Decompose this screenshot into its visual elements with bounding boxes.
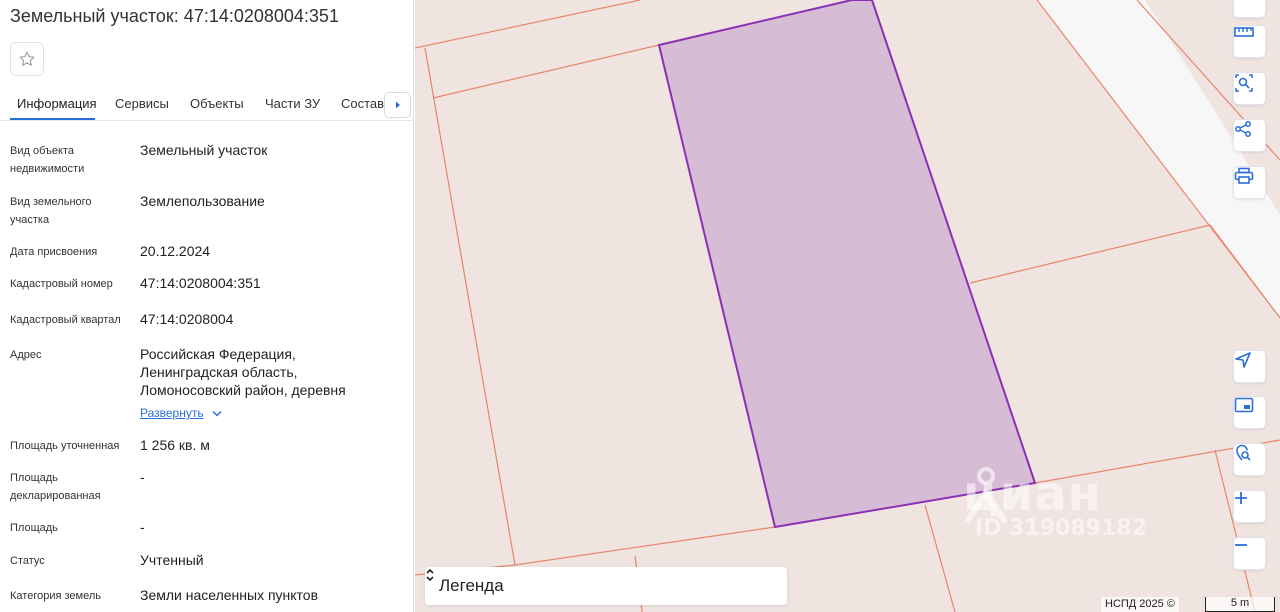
page-title: Земельный участок: 47:14:0208004:351 — [10, 6, 339, 26]
map-canvas — [415, 0, 1280, 612]
zoom-out-button[interactable] — [1233, 537, 1266, 570]
ruler-button[interactable] — [1233, 25, 1266, 58]
expand-address-link[interactable]: Развернуть — [140, 406, 222, 420]
row-label-assign-date: Дата присвоения — [10, 246, 98, 258]
zoom-in-button[interactable] — [1233, 490, 1266, 523]
cadastral-map[interactable]: циан ID 319089182 Легенда НСПД 2025 © 5 … — [415, 0, 1280, 612]
tab-composition[interactable]: Состав — [341, 96, 384, 111]
ruler-icon — [1234, 27, 1254, 37]
chevron-up-down-icon — [426, 568, 434, 582]
row-value-land-category: Земли населенных пунктов — [140, 587, 319, 603]
row-value-address: Российская Федерация, Ленинградская обла… — [140, 346, 346, 398]
watermark: циан ID 319089182 — [963, 466, 1147, 541]
cian-logo-icon — [964, 467, 1008, 524]
row-value-status: Учтенный — [140, 552, 204, 568]
geo-search-icon — [1236, 444, 1251, 461]
legend-dropdown[interactable]: Легенда — [425, 567, 787, 605]
locate-icon — [1235, 352, 1251, 368]
print-icon — [1234, 167, 1254, 184]
tab-objects[interactable]: Объекты — [190, 96, 244, 111]
chevron-down-icon — [212, 410, 222, 417]
row-value-parcel-type: Землепользование — [140, 193, 265, 209]
area-select-icon — [1235, 74, 1253, 92]
row-label-object-type: Вид объекта недвижимости — [10, 145, 85, 175]
active-tab-indicator — [10, 118, 95, 120]
tab-services[interactable]: Сервисы — [115, 96, 169, 111]
zoom-out-icon — [1235, 544, 1247, 546]
row-value-object-type: Земельный участок — [140, 142, 268, 158]
legend-label: Легенда — [439, 576, 504, 595]
row-label-area: Площадь — [10, 522, 58, 534]
row-value-area-refined: 1 256 кв. м — [140, 437, 210, 453]
tab-bar: Информация Сервисы Объекты Части ЗУ Сост… — [0, 88, 413, 121]
minimap-icon — [1234, 397, 1254, 413]
row-value-cadastral-number: 47:14:0208004:351 — [140, 275, 261, 291]
tabs-scroll-right-button[interactable] — [384, 92, 411, 118]
row-label-parcel-type: Вид земельного участка — [10, 196, 92, 226]
favorite-button[interactable] — [10, 42, 44, 76]
row-value-cadastral-quarter: 47:14:0208004 — [140, 311, 234, 327]
minimap-button[interactable] — [1233, 396, 1266, 429]
share-button[interactable] — [1233, 119, 1266, 152]
zoom-in-icon — [1235, 492, 1247, 504]
row-label-address: Адрес — [10, 349, 42, 361]
star-outline-icon — [19, 51, 35, 66]
row-value-assign-date: 20.12.2024 — [140, 243, 211, 259]
info-panel: Земельный участок: 47:14:0208004:351 Инф… — [0, 0, 414, 612]
row-label-land-category: Категория земель — [10, 590, 101, 602]
tab-information[interactable]: Информация — [17, 96, 97, 111]
row-label-cadastral-number: Кадастровый номер — [10, 278, 113, 290]
print-button[interactable] — [1233, 166, 1266, 199]
row-label-cadastral-quarter: Кадастровый квартал — [10, 314, 121, 326]
geo-search-button[interactable] — [1233, 443, 1266, 476]
caret-right-icon — [395, 101, 400, 109]
expand-button[interactable] — [1233, 0, 1266, 18]
row-label-area-declared: Площадь декларированная — [10, 472, 101, 502]
map-attribution: НСПД 2025 © — [1101, 597, 1179, 612]
expand-label: Развернуть — [140, 406, 204, 420]
share-icon — [1235, 121, 1251, 137]
row-value-area: - — [140, 519, 145, 535]
locate-button[interactable] — [1233, 350, 1266, 383]
area-select-button[interactable] — [1233, 72, 1266, 105]
row-label-status: Статус — [10, 555, 45, 567]
tab-parts[interactable]: Части ЗУ — [265, 96, 320, 111]
selected-parcel — [657, 0, 1037, 529]
row-label-area-refined: Площадь уточненная — [10, 440, 120, 452]
row-value-area-declared: - — [140, 469, 145, 485]
scale-bar: 5 m — [1205, 597, 1275, 612]
